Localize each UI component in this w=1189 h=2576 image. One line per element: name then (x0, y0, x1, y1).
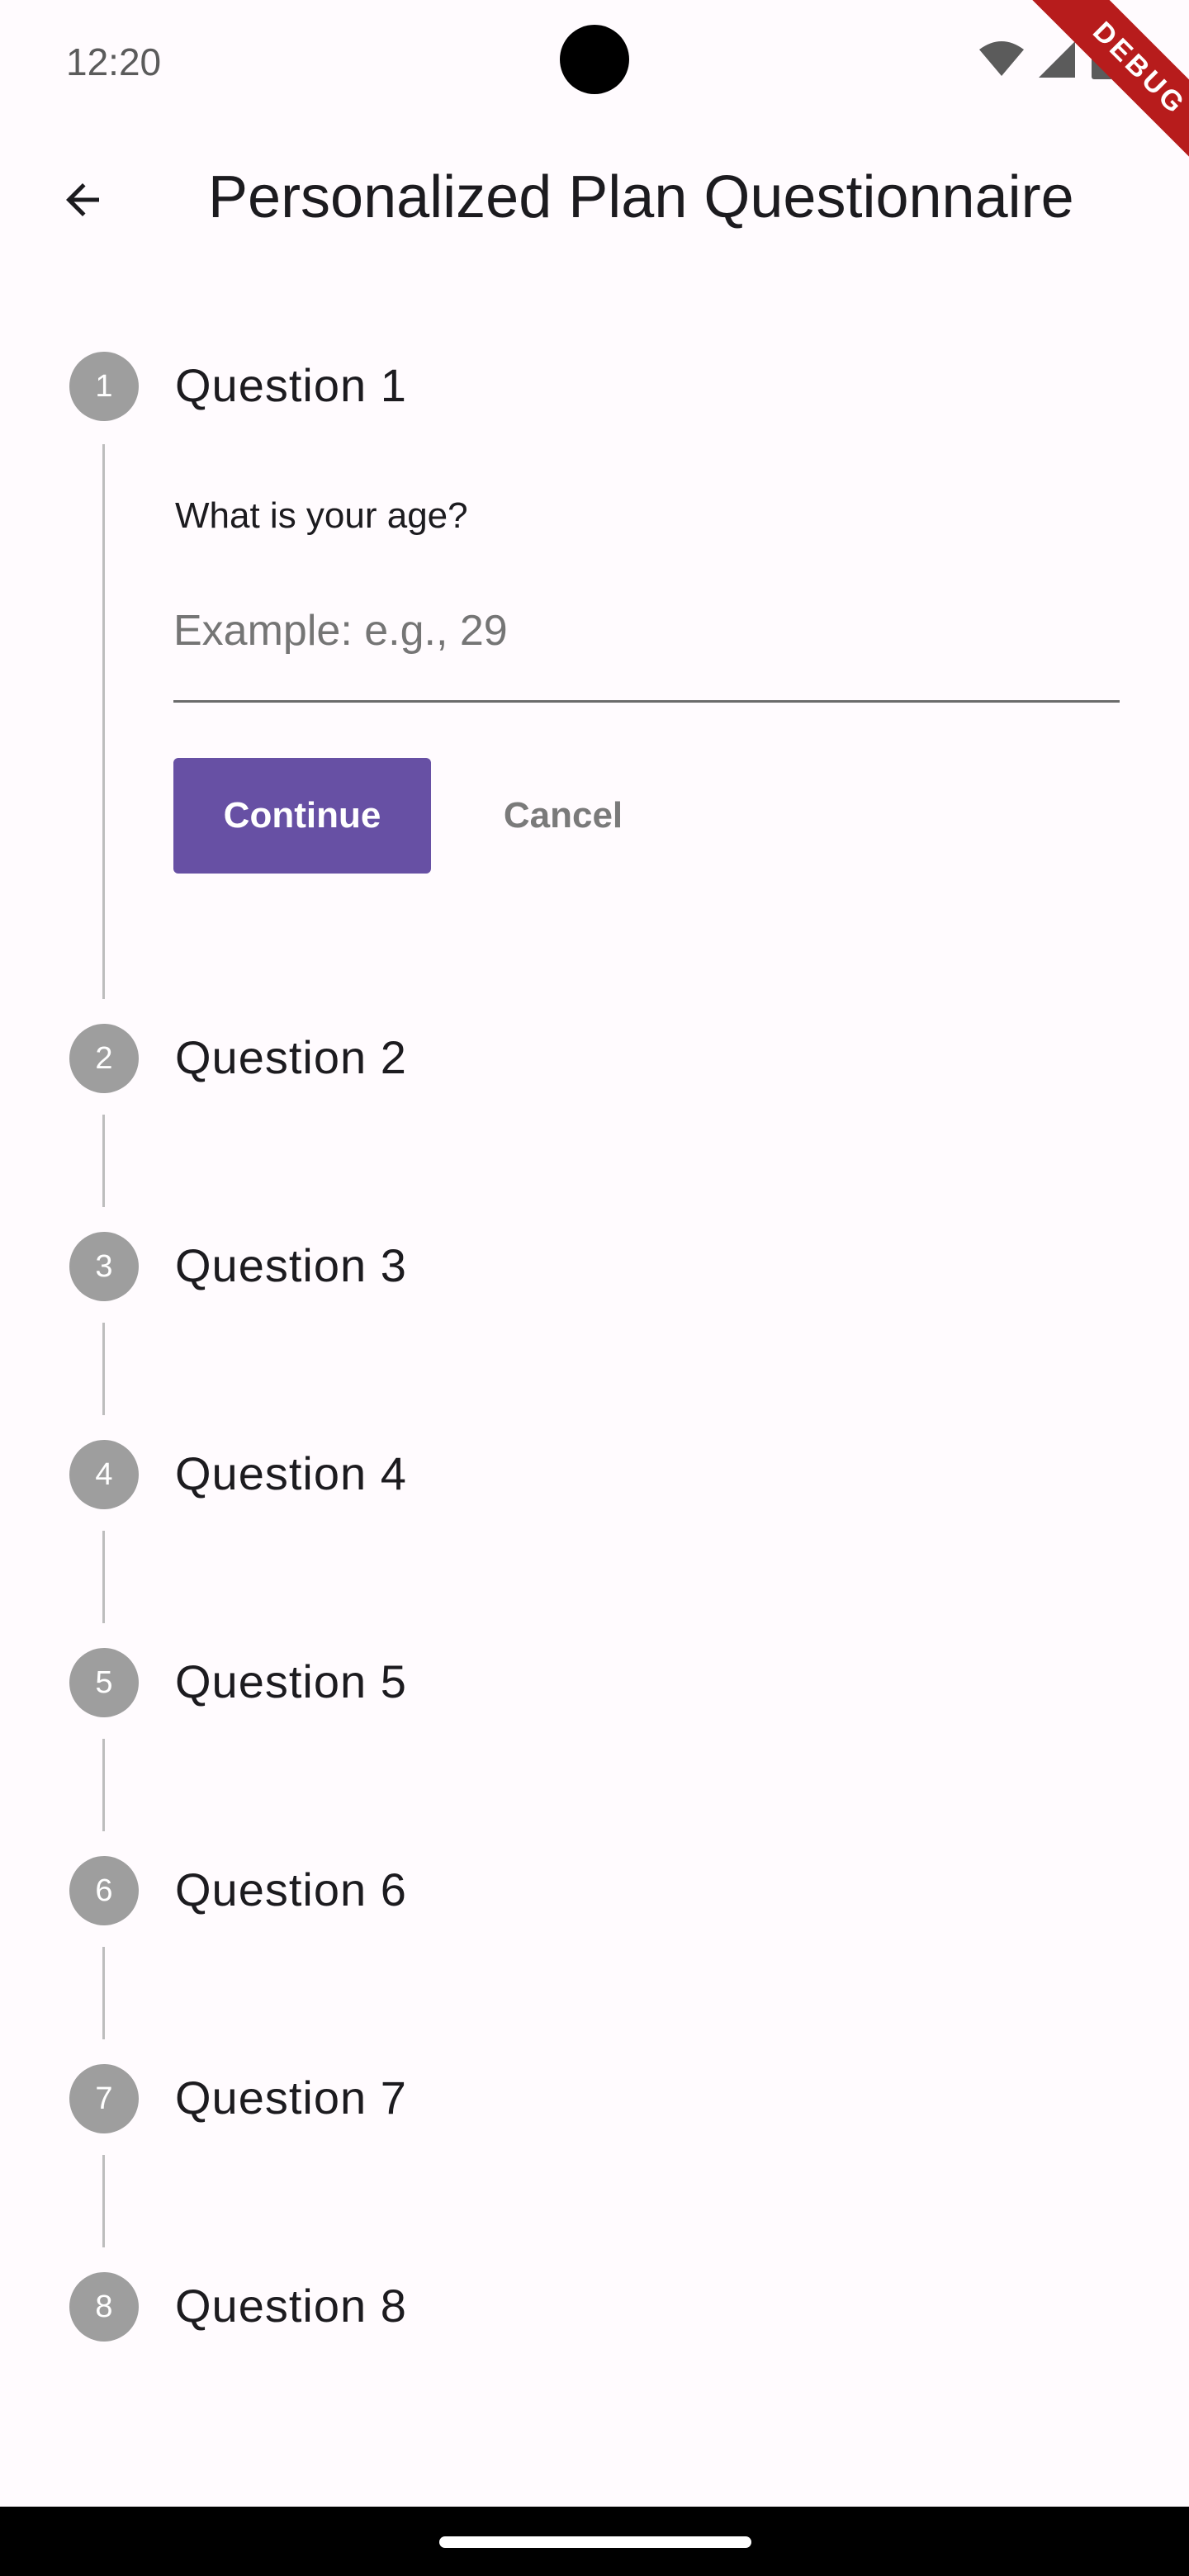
step-title: Question 2 (175, 1031, 407, 1083)
step-title: Question 1 (175, 359, 407, 411)
question-label: What is your age? (175, 495, 468, 536)
camera-cutout (560, 25, 629, 94)
status-bar: 12:20 DEBUG (0, 0, 1189, 199)
step-title: Question 3 (175, 1239, 407, 1291)
step-connector (102, 1739, 105, 1831)
step-title: Question 6 (175, 1863, 407, 1915)
step-connector (102, 1531, 105, 1623)
home-gesture-handle[interactable] (439, 2536, 751, 2548)
step-title: Question 4 (175, 1447, 407, 1499)
step-connector (102, 1947, 105, 2039)
step-number-badge: 7 (69, 2064, 139, 2133)
step-number-badge: 6 (69, 1856, 139, 1925)
wifi-icon (979, 41, 1024, 76)
step-connector (102, 2155, 105, 2247)
page-title: Personalized Plan Questionnaire (208, 164, 1074, 230)
continue-button[interactable]: Continue (173, 758, 431, 874)
step-connector (102, 1115, 105, 1207)
system-nav-bar (0, 2507, 1189, 2576)
age-input[interactable] (173, 606, 1120, 656)
status-time: 12:20 (66, 40, 162, 83)
step-title: Question 8 (175, 2280, 407, 2332)
step-number-badge: 8 (69, 2272, 139, 2342)
step-number-badge: 1 (69, 352, 139, 421)
step-connector (102, 444, 105, 999)
back-button[interactable] (43, 160, 122, 239)
arrow-left-icon (66, 183, 99, 216)
app-bar: Personalized Plan Questionnaire (0, 119, 1189, 284)
step-number-badge: 2 (69, 1024, 139, 1093)
step-title: Question 5 (175, 1655, 407, 1707)
cancel-button[interactable]: Cancel (462, 758, 664, 874)
signal-icon (1039, 41, 1075, 78)
age-input-field (173, 594, 1120, 703)
step-number-badge: 5 (69, 1648, 139, 1717)
step-number-badge: 3 (69, 1232, 139, 1301)
step-connector (102, 1323, 105, 1415)
step-number-badge: 4 (69, 1440, 139, 1509)
step-title: Question 7 (175, 2072, 407, 2124)
